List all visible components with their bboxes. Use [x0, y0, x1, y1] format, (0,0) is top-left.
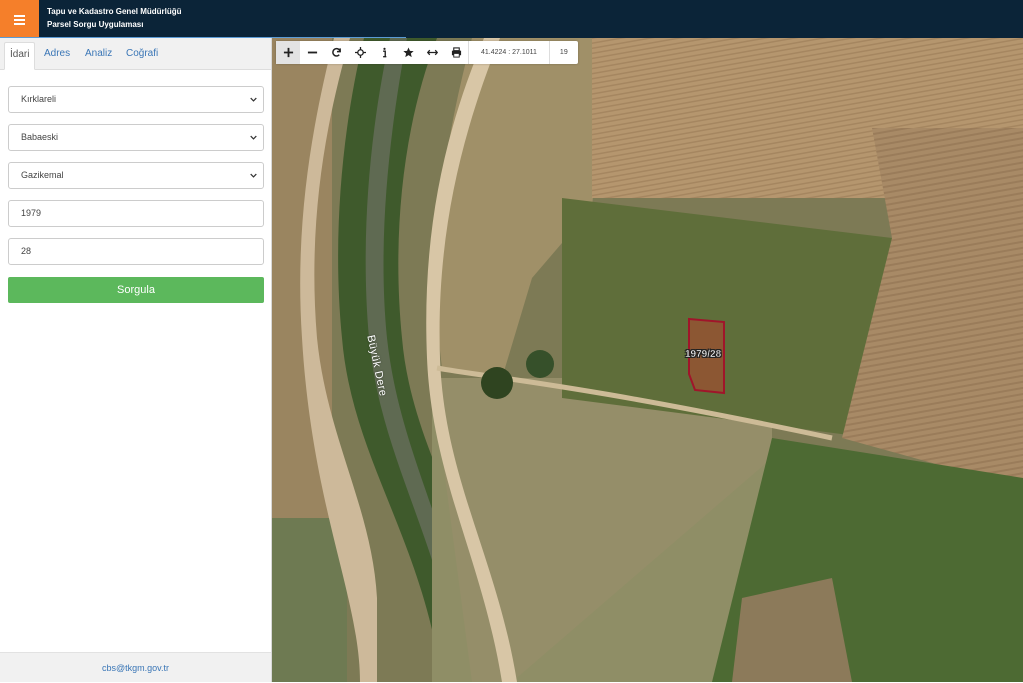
chevron-down-icon — [250, 97, 257, 102]
zoom-level-readout: 19 — [548, 41, 578, 64]
app-title: Tapu ve Kadastro Genel Müdürlüğü Parsel … — [47, 5, 182, 31]
measure-icon — [426, 49, 438, 56]
query-button[interactable]: Sorgula — [8, 277, 264, 303]
menu-button[interactable] — [0, 0, 39, 38]
hamburger-icon — [14, 14, 25, 25]
refresh-icon — [331, 47, 341, 57]
plus-icon — [283, 47, 293, 58]
footer-email-link[interactable]: cbs@tkgm.gov.tr — [0, 652, 271, 682]
district-value: Babaeski — [21, 132, 59, 142]
favorite-button[interactable] — [396, 41, 420, 64]
locate-button[interactable] — [348, 41, 372, 64]
parcel-label: 1979/28 — [685, 349, 722, 360]
zoom-out-button[interactable] — [300, 41, 324, 64]
print-icon — [451, 47, 461, 58]
app-title-line1: Tapu ve Kadastro Genel Müdürlüğü — [47, 7, 182, 16]
app-header: Tapu ve Kadastro Genel Müdürlüğü Parsel … — [0, 0, 1023, 39]
coordinates-readout: 41.4224 : 27.1011 — [468, 41, 549, 64]
refresh-button[interactable] — [324, 41, 348, 64]
tab-cografi[interactable]: Coğrafi — [121, 42, 163, 70]
zoom-in-button[interactable] — [276, 41, 300, 64]
sidebar: İdari Adres Analiz Coğrafi Kırklareli Ba… — [0, 38, 272, 682]
neighborhood-select[interactable]: Gazikemal — [8, 162, 264, 189]
locate-icon — [354, 47, 366, 58]
district-select[interactable]: Babaeski — [8, 124, 264, 151]
neighborhood-value: Gazikemal — [21, 170, 64, 180]
parcel-input[interactable]: 28 — [8, 238, 264, 265]
province-value: Kırklareli — [21, 94, 57, 104]
province-select[interactable]: Kırklareli — [8, 86, 264, 113]
block-value: 1979 — [21, 208, 42, 218]
tab-adres[interactable]: Adres — [39, 42, 75, 70]
star-icon — [402, 47, 414, 58]
chevron-down-icon — [250, 135, 257, 140]
minus-icon — [307, 51, 317, 54]
map-view[interactable]: 41.4224 : 27.1011 19 Büyük Dere 1979/28 — [272, 38, 1023, 682]
info-button[interactable] — [372, 41, 396, 64]
print-button[interactable] — [444, 41, 468, 64]
tab-bar: İdari Adres Analiz Coğrafi — [0, 38, 271, 70]
satellite-imagery — [272, 38, 1023, 682]
chevron-down-icon — [250, 173, 257, 178]
tab-idari[interactable]: İdari — [4, 42, 36, 70]
app-title-line2: Parsel Sorgu Uygulaması — [47, 20, 144, 29]
info-icon — [382, 47, 386, 58]
map-toolbar: 41.4224 : 27.1011 19 — [276, 41, 578, 64]
block-input[interactable]: 1979 — [8, 200, 264, 227]
tab-analiz[interactable]: Analiz — [80, 42, 117, 70]
measure-button[interactable] — [420, 41, 444, 64]
parcel-value: 28 — [21, 246, 32, 256]
